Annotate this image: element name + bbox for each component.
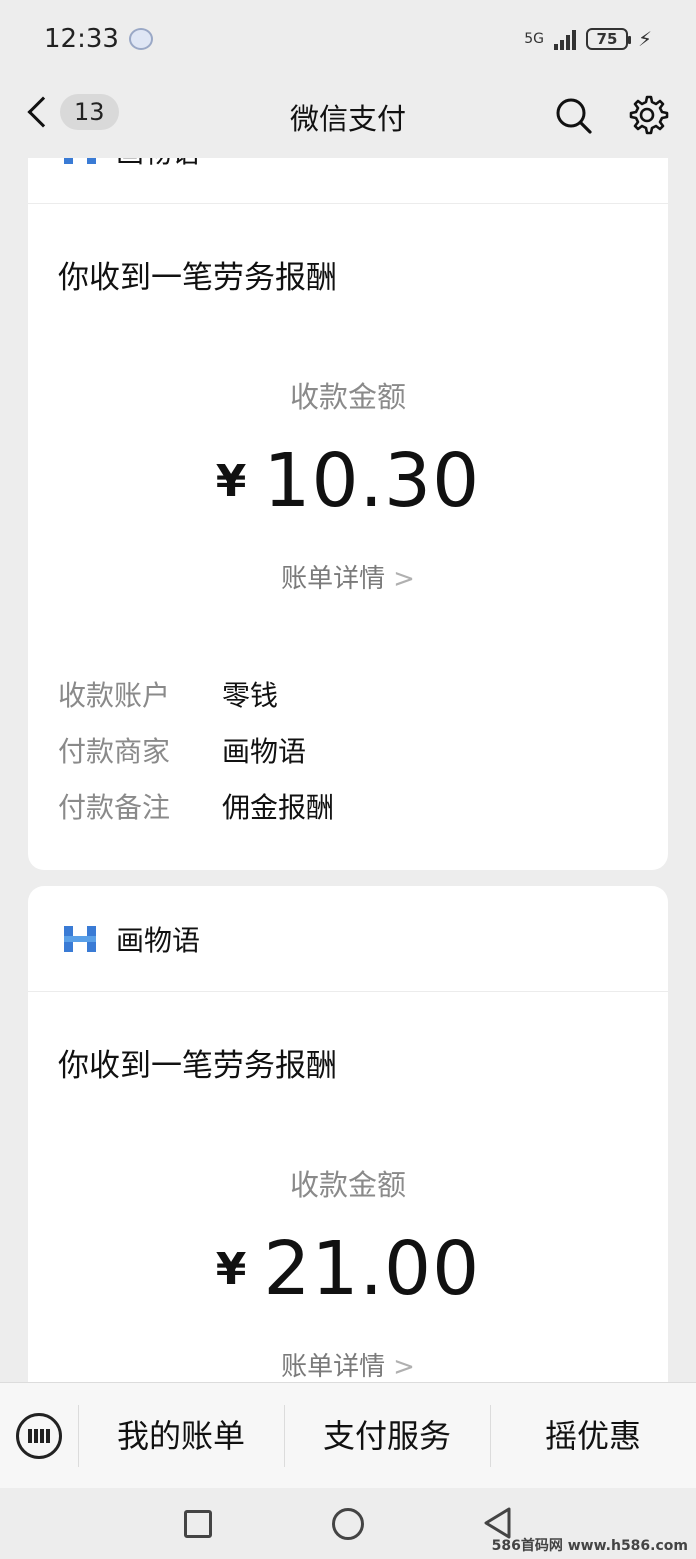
status-bar: 12:33 5G 75 ⚡ <box>0 0 696 78</box>
bill-details-link[interactable]: 账单详情 > <box>28 558 668 595</box>
battery-icon: 75 <box>585 28 631 50</box>
chevron-right-icon: > <box>393 564 415 594</box>
card-header: 画物语 <box>28 886 668 992</box>
status-indicators: 5G 75 ⚡ <box>524 27 652 51</box>
chevron-left-icon <box>27 96 59 128</box>
menu-my-bills[interactable]: 我的账单 <box>78 1407 284 1465</box>
notification-icon <box>128 28 153 50</box>
notice-title: 你收到一笔劳务报酬 <box>58 260 337 296</box>
system-nav-bar: 586首码网 www.h586.com <box>0 1488 696 1559</box>
card-header: 画物语 <box>28 158 668 204</box>
field-key: 付款备注 <box>58 791 171 824</box>
gear-icon[interactable] <box>625 93 669 137</box>
network-type: 5G <box>524 31 544 47</box>
notice-title: 你收到一笔劳务报酬 <box>58 1048 337 1084</box>
amount-number: 10.30 <box>263 438 481 524</box>
menu-shake-discount[interactable]: 摇优惠 <box>490 1407 696 1465</box>
search-icon[interactable] <box>553 95 593 135</box>
back-button[interactable]: 13 <box>22 94 119 130</box>
recents-icon[interactable] <box>184 1510 212 1538</box>
field-key: 收款账户 <box>58 679 171 712</box>
bottom-menu: 我的账单 支付服务 摇优惠 <box>0 1382 696 1488</box>
field-row: 付款商家 画物语 <box>58 730 306 770</box>
currency-symbol: ¥ <box>215 1244 248 1295</box>
nav-bar: 微信支付 13 <box>0 78 696 158</box>
field-row: 收款账户 零钱 <box>58 674 278 714</box>
status-time: 12:33 <box>44 24 153 54</box>
amount-value: ¥21.00 <box>28 1226 668 1312</box>
payment-card[interactable]: 画物语 你收到一笔劳务报酬 收款金额 ¥10.30 账单详情> 收款账户 零钱 付… <box>28 158 668 870</box>
currency-symbol: ¥ <box>215 456 248 507</box>
signal-icon <box>553 28 576 50</box>
home-icon[interactable] <box>332 1508 364 1540</box>
keyboard-toggle-button[interactable] <box>16 1413 62 1459</box>
message-list[interactable]: 画物语 你收到一笔劳务报酬 收款金额 ¥10.30 账单详情> 收款账户零钱 付… <box>0 158 696 1382</box>
field-value: 画物语 <box>222 735 307 768</box>
payment-card[interactable]: 画物语 你收到一笔劳务报酬 收款金额 ¥21.00 账单详情 > <box>28 886 668 1382</box>
charging-icon: ⚡ <box>637 27 652 51</box>
menu-payment-services[interactable]: 支付服务 <box>284 1407 490 1465</box>
field-key: 付款商家 <box>58 735 171 768</box>
amount-value: ¥10.30 <box>28 438 668 524</box>
battery-level: 75 <box>596 30 618 48</box>
field-value: 零钱 <box>222 679 279 712</box>
bill-details-label: 账单详情 <box>281 1352 386 1382</box>
unread-badge: 13 <box>60 94 119 130</box>
watermark-text: 586首码网 www.h586.com <box>491 1538 688 1554</box>
merchant-logo-icon <box>64 158 96 164</box>
merchant-name: 画物语 <box>116 158 200 171</box>
keyboard-icon <box>28 1429 50 1443</box>
merchant-logo-icon <box>64 925 96 952</box>
bill-details-link[interactable]: 账单详情 > <box>28 1346 668 1382</box>
chevron-right-icon: > <box>393 1352 415 1382</box>
merchant-name: 画物语 <box>116 923 201 957</box>
amount-label: 收款金额 <box>289 380 406 414</box>
clock-text: 12:33 <box>44 24 119 54</box>
field-value: 佣金报酬 <box>222 791 335 824</box>
amount-label: 收款金额 <box>289 1168 406 1202</box>
field-row: 付款备注 佣金报酬 <box>58 786 334 826</box>
amount-number: 21.00 <box>263 1226 481 1312</box>
bill-details-label: 账单详情 <box>281 564 386 594</box>
